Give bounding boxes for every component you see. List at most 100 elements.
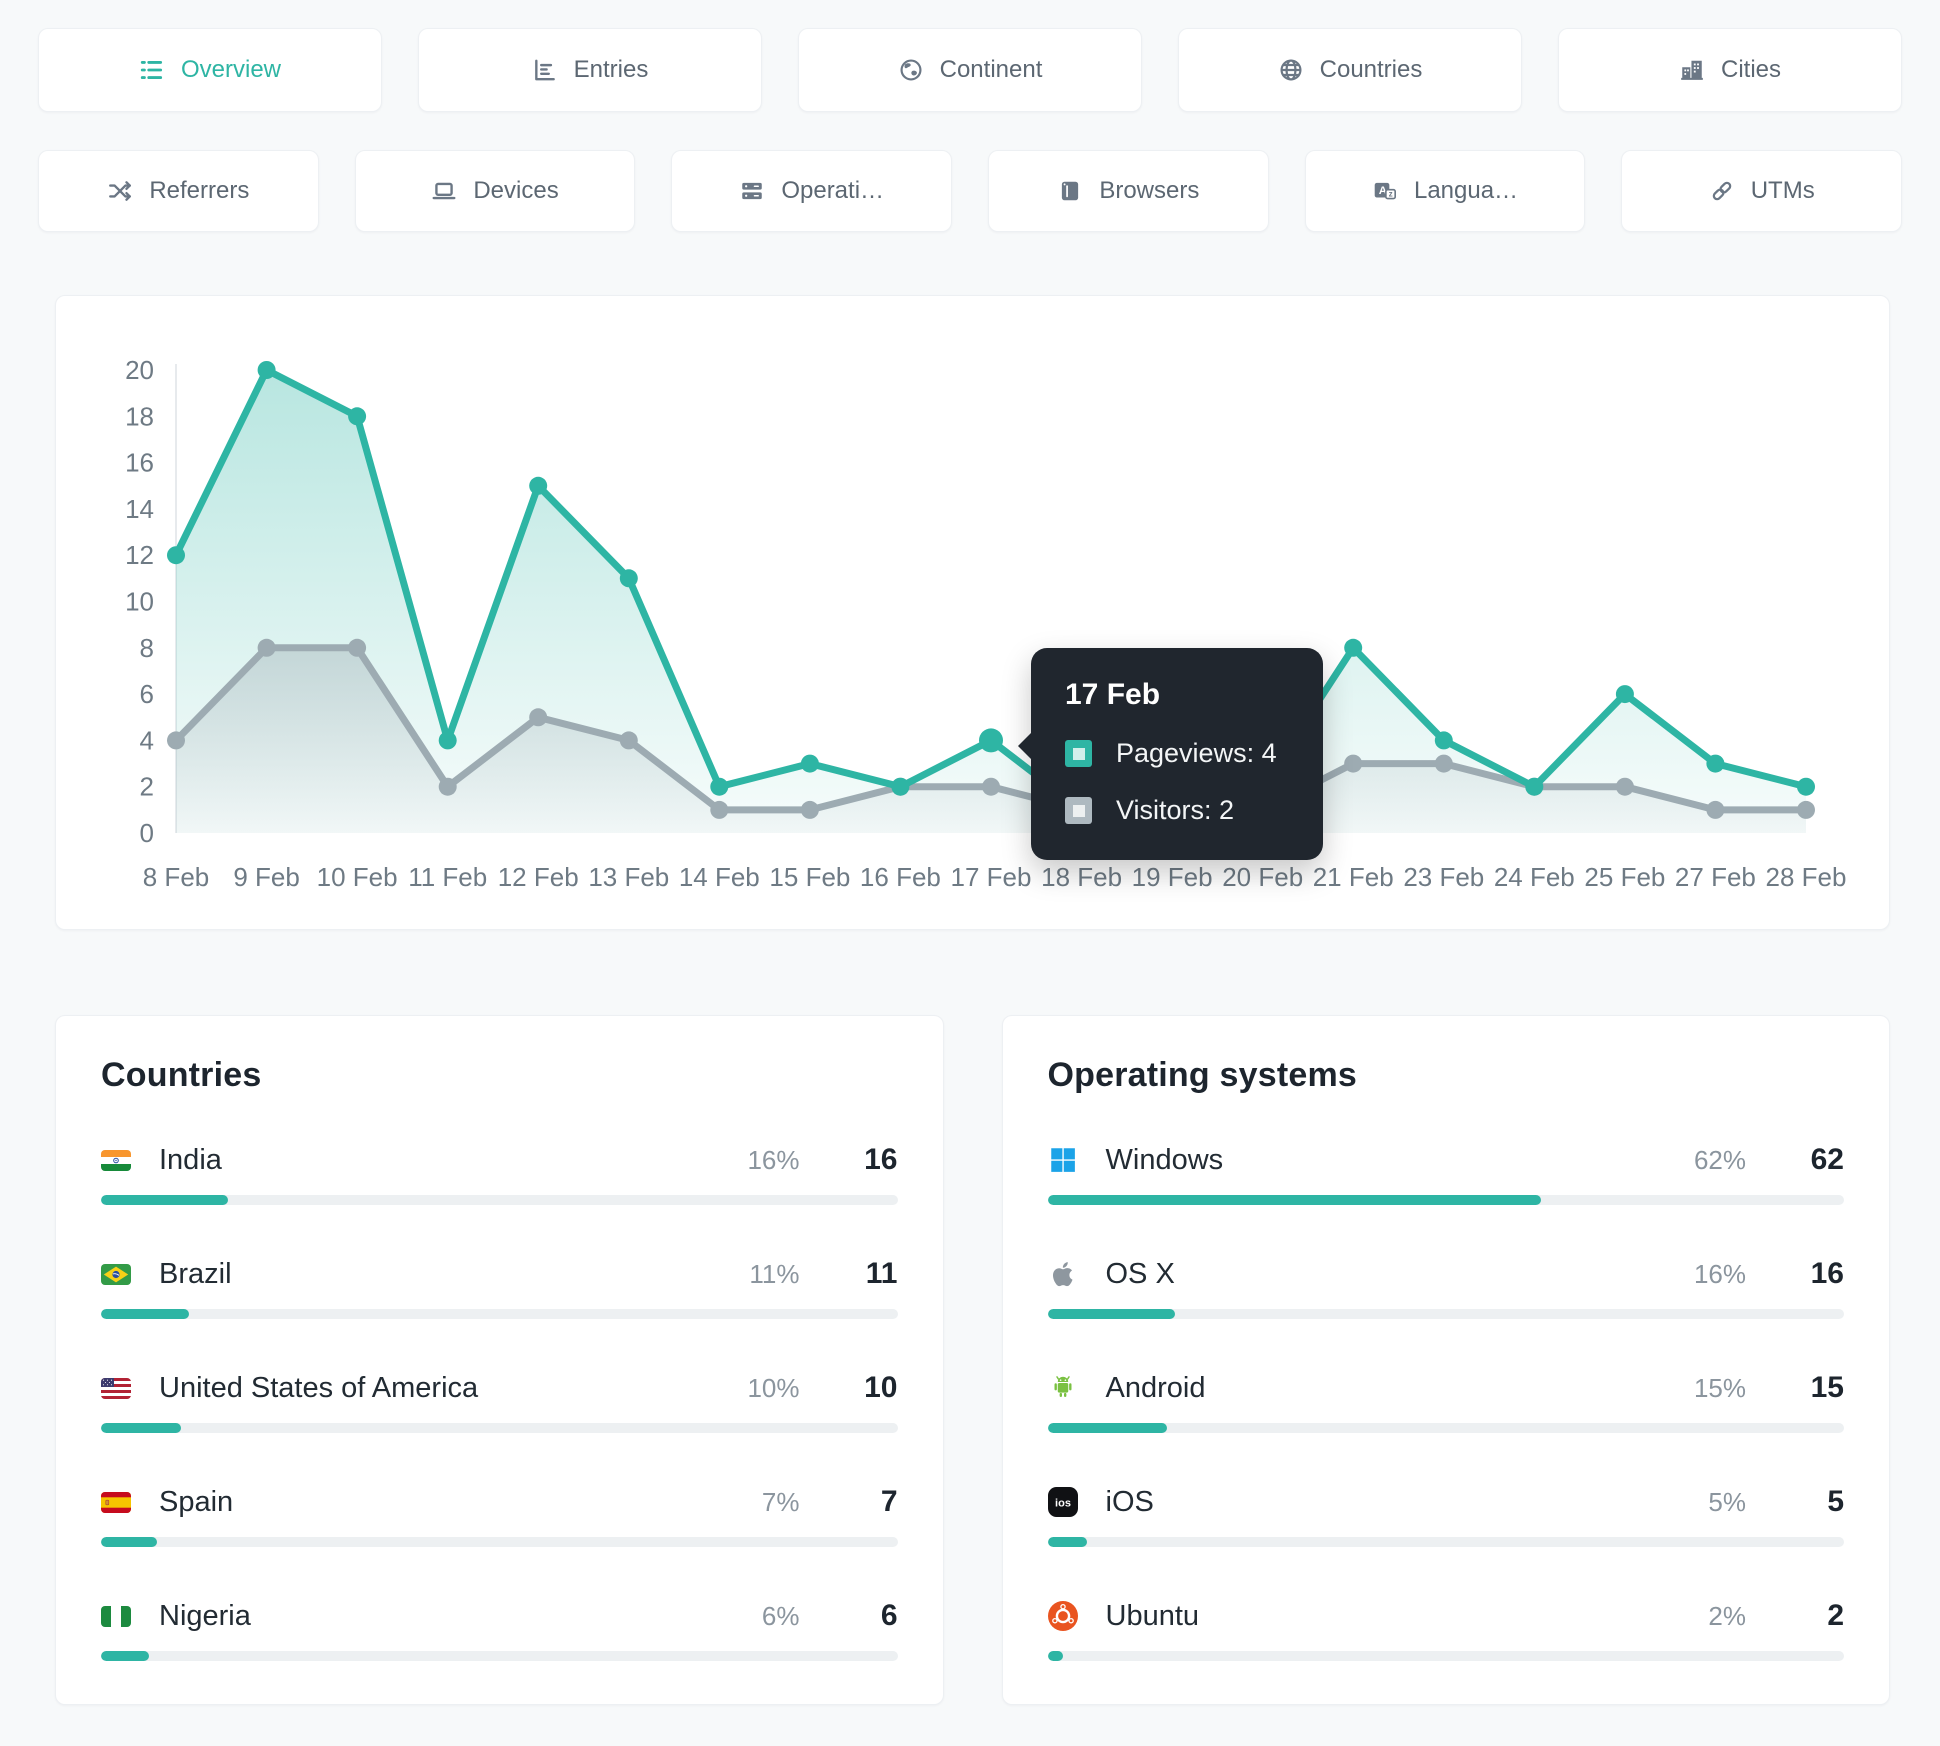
x-tick-label: 25 Feb bbox=[1584, 862, 1665, 892]
x-tick-label: 21 Feb bbox=[1313, 862, 1394, 892]
pageviews-point[interactable] bbox=[1797, 777, 1815, 796]
tab-entries[interactable]: Entries bbox=[418, 28, 762, 112]
progress-track bbox=[1047, 1423, 1844, 1433]
progress-track bbox=[1047, 1651, 1844, 1661]
svg-text:z: z bbox=[1389, 190, 1393, 199]
ubuntu-icon bbox=[1047, 1601, 1082, 1631]
traffic-line-chart[interactable]: 0 2 4 6 8 10 12 14 16 18 20 8 Feb 9 Feb 10 Feb 11 Feb 1… bbox=[76, 308, 1870, 908]
stat-row-os-x: OS X 16% 16 bbox=[1047, 1257, 1844, 1319]
stat-label: Spain bbox=[159, 1485, 234, 1518]
tab-bar-secondary: Referrers Devices Operati… Browsers Az Langua… bbox=[38, 150, 1903, 232]
pageviews-point[interactable] bbox=[1525, 777, 1544, 796]
pageviews-point[interactable] bbox=[619, 569, 638, 588]
visitors-point[interactable] bbox=[167, 731, 185, 750]
x-tick-label: 12 Feb bbox=[498, 862, 579, 892]
stat-value: 15 bbox=[1810, 1371, 1844, 1404]
visitors-point[interactable] bbox=[619, 731, 638, 750]
progress-track bbox=[101, 1195, 898, 1205]
stat-value: 10 bbox=[864, 1371, 898, 1404]
visitors-point[interactable] bbox=[438, 777, 457, 796]
y-tick-label: 2 bbox=[140, 772, 154, 802]
tab-devices[interactable]: Devices bbox=[354, 150, 636, 232]
flag-nigeria bbox=[101, 1605, 135, 1627]
visitors-point[interactable] bbox=[348, 638, 367, 657]
stat-label: Android bbox=[1105, 1371, 1206, 1404]
tab-countries[interactable]: Countries bbox=[1178, 28, 1522, 112]
stat-percent: 15% bbox=[1693, 1372, 1746, 1403]
tab-label: Langua… bbox=[1413, 177, 1519, 204]
pageviews-point[interactable] bbox=[1706, 754, 1725, 773]
pageviews-point[interactable] bbox=[1434, 731, 1453, 750]
progress-fill bbox=[1047, 1651, 1064, 1661]
progress-fill bbox=[101, 1195, 229, 1205]
visitors-point[interactable] bbox=[1615, 777, 1634, 796]
continent-icon bbox=[898, 57, 924, 83]
countries-panel-title: Countries bbox=[101, 1056, 262, 1094]
tab-label: Browsers bbox=[1099, 177, 1200, 204]
visitors-point[interactable] bbox=[1706, 800, 1725, 819]
pageviews-point[interactable] bbox=[167, 546, 185, 565]
flag-india bbox=[101, 1149, 135, 1171]
progress-track bbox=[101, 1537, 898, 1547]
stat-percent: 10% bbox=[747, 1372, 800, 1403]
stat-value: 11 bbox=[865, 1257, 898, 1290]
svg-text:ios: ios bbox=[1055, 1498, 1071, 1510]
y-tick-label: 16 bbox=[125, 448, 154, 478]
stat-value: 16 bbox=[1810, 1257, 1844, 1290]
pageviews-point[interactable] bbox=[529, 476, 548, 495]
pageviews-point[interactable] bbox=[710, 777, 729, 796]
tab-overview[interactable]: Overview bbox=[38, 28, 382, 112]
visitors-point[interactable] bbox=[800, 800, 819, 819]
stat-percent: 11% bbox=[749, 1258, 800, 1289]
progress-fill bbox=[1047, 1423, 1167, 1433]
visitors-point[interactable] bbox=[1344, 754, 1363, 773]
visitors-point[interactable] bbox=[982, 777, 1000, 796]
tab-utms[interactable]: UTMs bbox=[1621, 150, 1903, 232]
pageviews-point[interactable] bbox=[1344, 638, 1363, 657]
tab-continent[interactable]: Continent bbox=[798, 28, 1142, 112]
y-tick-label: 10 bbox=[125, 587, 154, 617]
series-marker bbox=[1065, 797, 1092, 824]
x-tick-label: 9 Feb bbox=[233, 862, 300, 892]
x-tick-label: 28 Feb bbox=[1766, 862, 1847, 892]
pageviews-point[interactable] bbox=[257, 361, 276, 379]
pageviews-point[interactable] bbox=[891, 777, 910, 796]
x-tick-label: 27 Feb bbox=[1675, 862, 1756, 892]
tooltip-row-pageviews: Pageviews: 4 bbox=[1065, 738, 1299, 769]
stat-row-nigeria: Nigeria 6% 6 bbox=[101, 1599, 898, 1661]
visitors-point[interactable] bbox=[1434, 754, 1453, 773]
y-tick-label: 14 bbox=[125, 494, 154, 524]
tab-referrers[interactable]: Referrers bbox=[38, 150, 319, 232]
stat-value: 62 bbox=[1810, 1143, 1844, 1176]
visitors-point[interactable] bbox=[529, 708, 548, 727]
visitors-point[interactable] bbox=[710, 800, 729, 819]
tab-bar-primary: Overview Entries Continent Countries Cities bbox=[38, 28, 1902, 112]
tab-label: Referrers bbox=[149, 177, 250, 204]
tooltip-row-text: Visitors: 2 bbox=[1116, 795, 1235, 825]
x-tick-label: 19 Feb bbox=[1132, 862, 1213, 892]
pageviews-point[interactable] bbox=[348, 407, 367, 426]
tab-label: UTMs bbox=[1750, 177, 1815, 204]
stat-row-spain: Spain 7% 7 bbox=[101, 1485, 898, 1547]
tab-label: Cities bbox=[1720, 56, 1781, 83]
tooltip-rows: Pageviews: 4 Visitors: 2 bbox=[1065, 738, 1299, 826]
stat-row-ubuntu: Ubuntu 2% 2 bbox=[1047, 1599, 1844, 1661]
pageviews-point[interactable] bbox=[979, 728, 1003, 753]
servers-icon bbox=[739, 178, 765, 204]
tooltip-row-visitors: Visitors: 2 bbox=[1065, 795, 1299, 826]
tab-langua[interactable]: Az Langua… bbox=[1304, 150, 1586, 232]
tab-browsers[interactable]: Browsers bbox=[988, 150, 1269, 232]
operating-systems-panel: Operating systems Windows 62% 62 OS X 16% 16 A… bbox=[1001, 1015, 1890, 1705]
tab-cities[interactable]: Cities bbox=[1558, 28, 1902, 112]
pageviews-point[interactable] bbox=[438, 731, 457, 750]
analytics-dashboard: { "colors": { "accent": "#2eb5a4", "gray… bbox=[0, 28, 1940, 1746]
visitors-point[interactable] bbox=[1797, 800, 1815, 819]
progress-fill bbox=[1047, 1537, 1088, 1547]
tab-operati[interactable]: Operati… bbox=[671, 150, 953, 232]
stat-label: Windows bbox=[1105, 1143, 1224, 1176]
progress-track bbox=[1047, 1537, 1844, 1547]
visitors-point[interactable] bbox=[257, 638, 276, 657]
pageviews-point[interactable] bbox=[1615, 685, 1634, 704]
stat-percent: 62% bbox=[1693, 1144, 1746, 1175]
pageviews-point[interactable] bbox=[800, 754, 819, 773]
